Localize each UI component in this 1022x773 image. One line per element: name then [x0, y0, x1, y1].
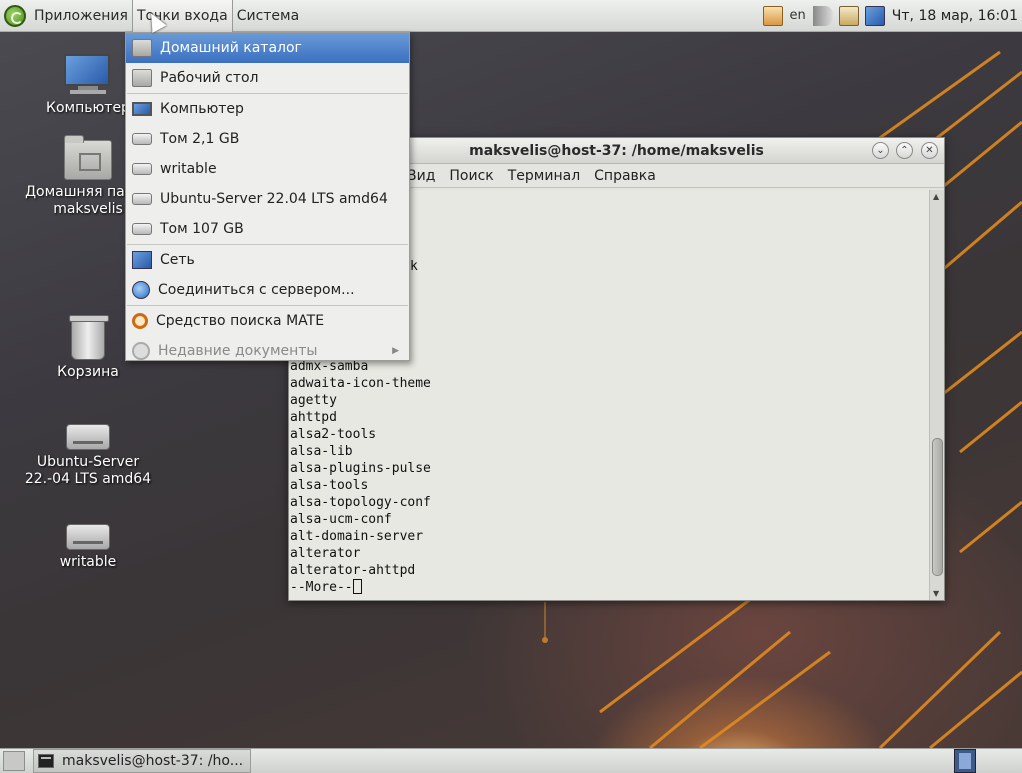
home-folder-icon	[64, 135, 112, 180]
menu-item-label: Том 2,1 GB	[160, 131, 240, 147]
menu-item-label: Средство поиска MATE	[156, 313, 325, 329]
system-tray: en Чт, 18 мар, 16:01	[760, 0, 1022, 32]
volume-icon[interactable]	[812, 5, 833, 26]
scrollbar-thumb[interactable]	[932, 438, 943, 576]
terminal-line: agetty	[290, 393, 337, 408]
clock[interactable]: Чт, 18 мар, 16:01	[892, 8, 1018, 24]
drive-icon	[132, 193, 152, 205]
terminal-icon	[38, 754, 54, 768]
desktop-icon-label: Корзина	[57, 364, 119, 380]
menu-item-label: Недавние документы	[158, 343, 318, 359]
lock-icon[interactable]	[762, 5, 783, 26]
scroll-down-arrow-icon[interactable]: ▼	[933, 589, 939, 598]
terminal-line: alsa-tools	[290, 478, 369, 493]
terminal-line: ahttpd	[290, 410, 337, 425]
menu-item-ubuntu-server[interactable]: Ubuntu-Server 22.04 LTS amd64	[126, 184, 409, 214]
menu-item-recent-documents[interactable]: Недавние документы ▶	[126, 336, 409, 366]
more-prompt: --More--	[290, 580, 353, 595]
places-dropdown-menu: Домашний каталог Рабочий стол Компьютер …	[125, 32, 410, 361]
recent-icon	[132, 342, 150, 360]
submenu-arrow-icon: ▶	[392, 346, 399, 356]
menu-item-label: Том 107 GB	[160, 221, 244, 237]
network-status-icon[interactable]	[864, 5, 885, 26]
menu-item-network[interactable]: Сеть	[126, 245, 409, 275]
desktop-icon-label: writable	[59, 554, 117, 570]
terminal-line: alsa2-tools	[290, 427, 377, 442]
terminal-line: alsa-topology-conf	[290, 495, 431, 510]
menu-help[interactable]: Справка	[594, 168, 656, 184]
menu-item-label: Сеть	[160, 252, 195, 268]
menu-item-writable[interactable]: writable	[126, 154, 409, 184]
drive-icon	[66, 424, 110, 450]
workspace-preview	[959, 753, 971, 769]
mate-logo-icon[interactable]	[4, 4, 26, 27]
menu-search[interactable]: Поиск	[449, 168, 493, 184]
desktop-folder-icon	[132, 69, 152, 87]
menu-item-label: writable	[160, 161, 217, 177]
terminal-line: alterator-ahttpd	[290, 563, 416, 578]
taskbar-terminal-button[interactable]: maksvelis@host-37: /ho...	[33, 749, 251, 773]
menu-applications[interactable]: Приложения	[30, 0, 132, 32]
maximize-button[interactable]: ⌃	[896, 142, 913, 159]
desktop-icon-label: Ubuntu-Server 22.-04 LTS amd64	[24, 454, 152, 487]
trash-icon	[69, 315, 109, 360]
menu-item-label: Ubuntu-Server 22.04 LTS amd64	[160, 191, 388, 207]
computer-icon	[132, 102, 152, 116]
terminal-line: alt-domain-server	[290, 529, 424, 544]
menu-item-connect-server[interactable]: Соединиться с сервером...	[126, 275, 409, 305]
search-icon	[132, 313, 148, 329]
close-button[interactable]: ✕	[921, 142, 938, 159]
menu-item-home-folder[interactable]: Домашний каталог	[126, 33, 409, 63]
menu-view[interactable]: Вид	[407, 168, 435, 184]
minimize-button[interactable]: ⌄	[872, 142, 889, 159]
computer-icon	[64, 54, 112, 96]
drive-icon	[66, 524, 110, 550]
menu-item-label: Домашний каталог	[160, 40, 302, 56]
terminal-line: alsa-ucm-conf	[290, 512, 392, 527]
terminal-scrollbar[interactable]: ▲ ▼	[929, 190, 944, 600]
menu-item-label: Соединиться с сервером...	[158, 282, 355, 298]
terminal-line: alsa-lib	[290, 444, 353, 459]
menu-system[interactable]: Система	[233, 0, 303, 32]
menu-item-label: Рабочий стол	[160, 70, 259, 86]
network-icon	[132, 251, 152, 269]
text-cursor	[352, 579, 362, 594]
menu-item-volume-2gb[interactable]: Том 2,1 GB	[126, 124, 409, 154]
task-label: maksvelis@host-37: /ho...	[62, 753, 244, 769]
menu-item-search-tool[interactable]: Средство поиска MATE	[126, 306, 409, 336]
menu-item-volume-107gb[interactable]: Том 107 GB	[126, 214, 409, 244]
menu-item-desktop[interactable]: Рабочий стол	[126, 63, 409, 93]
menu-item-label: Компьютер	[160, 101, 244, 117]
drive-icon	[132, 133, 152, 145]
menu-terminal[interactable]: Терминал	[508, 168, 580, 184]
desktop-icon-ubuntu-server[interactable]: Ubuntu-Server 22.-04 LTS amd64	[23, 424, 153, 488]
terminal-line: adwaita-icon-theme	[290, 376, 431, 391]
globe-icon	[132, 281, 150, 299]
terminal-line: alterator	[290, 546, 361, 561]
scroll-up-arrow-icon[interactable]: ▲	[933, 192, 939, 201]
workspace-switcher[interactable]	[954, 749, 976, 773]
terminal-line: alsa-plugins-pulse	[290, 461, 431, 476]
show-desktop-button[interactable]	[3, 751, 25, 771]
drive-icon	[132, 223, 152, 235]
menu-item-computer[interactable]: Компьютер	[126, 94, 409, 124]
bottom-panel: maksvelis@host-37: /ho...	[0, 748, 1022, 773]
clipboard-icon[interactable]	[838, 5, 859, 26]
keyboard-layout-indicator[interactable]: en	[790, 8, 806, 23]
drive-icon	[132, 163, 152, 175]
desktop-icon-writable[interactable]: writable	[23, 524, 153, 571]
home-folder-icon	[132, 39, 152, 57]
terminal-prompt-line: --More--	[290, 579, 929, 596]
